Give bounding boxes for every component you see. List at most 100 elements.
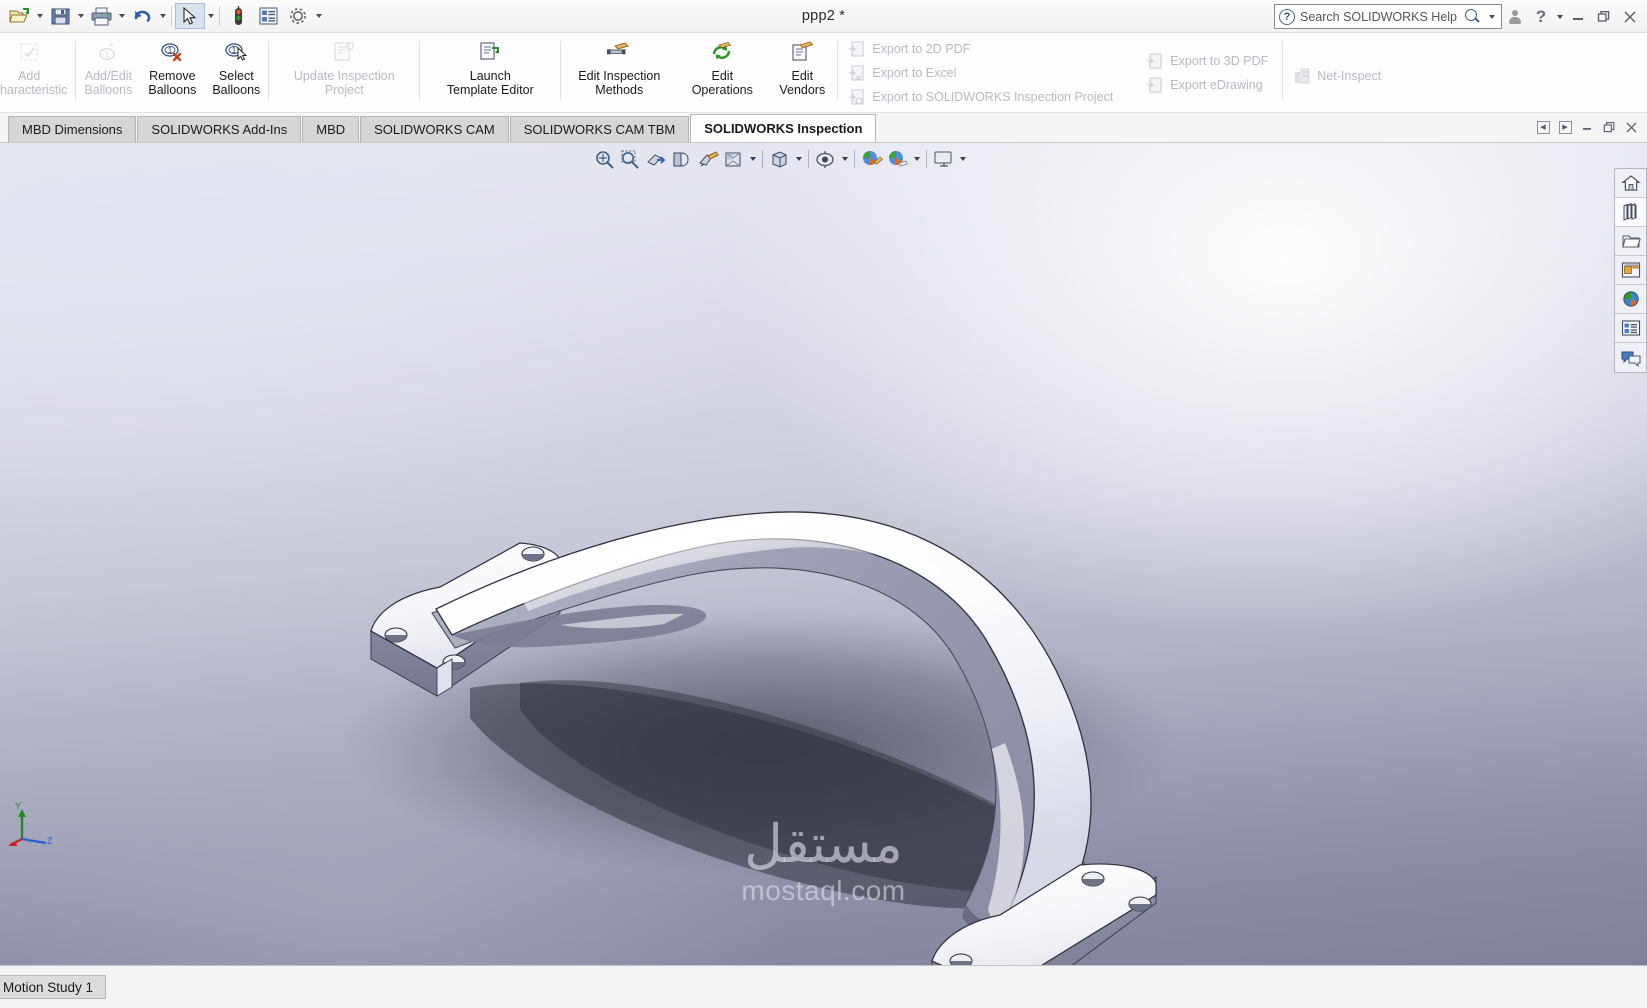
ribbon-group-net-inspect: Net-Inspect: [1283, 33, 1391, 112]
export-excel-icon: [848, 64, 865, 81]
export-edrawing-label: Export eDrawing: [1170, 77, 1263, 92]
launch-template-editor-label: Launch Template Editor: [446, 69, 534, 97]
tab-solidworks-cam-tbm[interactable]: SOLIDWORKS CAM TBM: [509, 116, 690, 142]
remove-balloons-button[interactable]: 1 Remove Balloons: [140, 33, 204, 112]
display-style-icon[interactable]: [695, 147, 720, 171]
hide-show-items-caret-icon[interactable]: [747, 147, 758, 171]
export-inspection-project-icon: [848, 88, 865, 105]
apply-scene-icon[interactable]: [813, 147, 838, 171]
help-icon[interactable]: ?: [1528, 4, 1554, 30]
edit-operations-button[interactable]: Edit Operations: [677, 33, 767, 112]
zoom-to-fit-icon[interactable]: [591, 147, 616, 171]
title-bar-right: ? Search SOLIDWORKS Help ?: [1274, 0, 1643, 33]
view-settings-icon[interactable]: [859, 147, 884, 171]
pin-right-icon[interactable]: ▶: [1555, 117, 1575, 137]
display-manager-caret-icon[interactable]: [957, 147, 968, 171]
title-bar: ppp2 * ? Search SOLIDWORKS Help ?: [0, 0, 1647, 33]
zoom-to-area-icon[interactable]: [617, 147, 642, 171]
add-characteristic-icon: [16, 39, 42, 65]
render-tools-icon[interactable]: [885, 147, 910, 171]
tab-label: MBD: [316, 122, 346, 137]
task-pane-strip[interactable]: [1614, 168, 1647, 373]
custom-properties-icon[interactable]: [1615, 314, 1646, 343]
add-edit-balloons-button: 1 Add/Edit Balloons: [76, 33, 140, 112]
export-2d-pdf-label: Export to 2D PDF: [872, 41, 971, 56]
export-3d-pdf-item: Export to 3D PDF: [1146, 50, 1282, 72]
render-tools-caret-icon[interactable]: [911, 147, 922, 171]
remove-balloons-label: Remove Balloons: [148, 69, 197, 97]
remove-balloons-icon: 1: [159, 39, 185, 65]
file-explorer-icon[interactable]: [1615, 227, 1646, 256]
export-2d-pdf-icon: [848, 40, 865, 57]
section-view-icon[interactable]: [643, 147, 668, 171]
tab-solidworks-cam[interactable]: SOLIDWORKS CAM: [360, 116, 509, 142]
export-2d-pdf-item: Export to 2D PDF: [848, 38, 1136, 60]
view-toolbar-divider-4: [926, 150, 927, 168]
view-toolbar[interactable]: [591, 146, 968, 172]
tab-label: SOLIDWORKS Inspection: [704, 121, 863, 136]
motion-study-tab[interactable]: Motion Study 1: [0, 975, 107, 999]
design-library-icon[interactable]: [1615, 198, 1646, 227]
view-toolbar-divider-1: [762, 150, 763, 168]
pin-left-icon[interactable]: ◀: [1533, 117, 1553, 137]
tab-label: SOLIDWORKS CAM: [374, 122, 495, 137]
update-inspection-project-label: Update Inspection Project: [293, 69, 395, 97]
search-input[interactable]: ? Search SOLIDWORKS Help: [1274, 4, 1502, 29]
doc-minimize-icon[interactable]: [1577, 117, 1597, 137]
solidworks-resources-icon[interactable]: [1615, 169, 1646, 198]
account-icon[interactable]: [1502, 4, 1528, 30]
doc-close-icon[interactable]: [1621, 117, 1641, 137]
update-inspection-project-button: Update Inspection Project: [269, 33, 419, 112]
edit-inspection-methods-button[interactable]: Edit Inspection Methods: [561, 33, 677, 112]
coordinate-triad: Y Z: [6, 787, 60, 847]
export-inspection-project-label: Export to SOLIDWORKS Inspection Project: [872, 89, 1114, 104]
appearances-scenes-icon[interactable]: [1615, 285, 1646, 314]
edit-vendors-button[interactable]: Edit Vendors: [767, 33, 837, 112]
net-inspect-item: Net-Inspect: [1293, 65, 1391, 87]
add-characteristic-label: Add Characteristic: [0, 69, 68, 97]
export-edrawing-item: Export eDrawing: [1146, 74, 1282, 96]
tab-solidworks-add-ins[interactable]: SOLIDWORKS Add-Ins: [137, 116, 302, 142]
solidworks-forum-icon[interactable]: [1615, 343, 1646, 372]
tab-label: SOLIDWORKS CAM TBM: [523, 122, 676, 137]
ribbon-toolbar: New Add Characteristic 1: [0, 33, 1647, 113]
export-3d-pdf-label: Export to 3D PDF: [1170, 53, 1269, 68]
search-icon[interactable]: [1463, 8, 1481, 26]
edit-vendors-icon: [789, 39, 815, 65]
display-manager-icon[interactable]: [931, 147, 956, 171]
help-caret-icon[interactable]: [1554, 5, 1565, 29]
graphics-viewport[interactable]: Y Z مستقل mostaql.com: [0, 143, 1647, 965]
svg-text:1: 1: [168, 46, 173, 55]
window-close-button[interactable]: [1617, 4, 1643, 30]
add-edit-balloons-label: Add/Edit Balloons: [84, 69, 133, 97]
tab-label: SOLIDWORKS Add-Ins: [151, 122, 288, 137]
ribbon-group-characteristic: New Add Characteristic: [0, 33, 75, 112]
window-minimize-button[interactable]: [1565, 4, 1591, 30]
edit-operations-icon: [709, 39, 735, 65]
hide-show-items-icon[interactable]: [721, 147, 746, 171]
select-balloons-button[interactable]: 1 Select Balloons: [204, 33, 268, 112]
view-palette-icon[interactable]: [1615, 256, 1646, 285]
doc-restore-icon[interactable]: [1599, 117, 1619, 137]
svg-text:1: 1: [232, 46, 237, 55]
view-orientation-icon[interactable]: [669, 147, 694, 171]
ribbon-group-edit: Edit Inspection Methods Edit Operations: [561, 33, 837, 112]
add-characteristic-button: Add Characteristic: [0, 33, 75, 112]
svg-text:Z: Z: [47, 836, 53, 846]
export-inspection-project-item: Export to SOLIDWORKS Inspection Project: [848, 86, 1136, 108]
tab-solidworks-inspection[interactable]: SOLIDWORKS Inspection: [690, 114, 877, 142]
edit-appearance-icon[interactable]: [767, 147, 792, 171]
apply-scene-caret-icon[interactable]: [839, 147, 850, 171]
net-inspect-label: Net-Inspect: [1317, 68, 1382, 83]
window-restore-button[interactable]: [1591, 4, 1617, 30]
command-manager-tabs: MBD Dimensions SOLIDWORKS Add-Ins MBD SO…: [0, 113, 1647, 143]
edit-operations-label: Edit Operations: [691, 69, 753, 97]
update-inspection-project-icon: [331, 39, 357, 65]
tab-mbd-dimensions[interactable]: MBD Dimensions: [8, 116, 137, 142]
edit-appearance-caret-icon[interactable]: [793, 147, 804, 171]
search-caret-icon[interactable]: [1486, 5, 1497, 29]
launch-template-editor-icon: [477, 39, 503, 65]
tab-mbd[interactable]: MBD: [302, 116, 360, 142]
launch-template-editor-button[interactable]: Launch Template Editor: [420, 33, 560, 112]
add-edit-balloons-icon: 1: [95, 39, 121, 65]
